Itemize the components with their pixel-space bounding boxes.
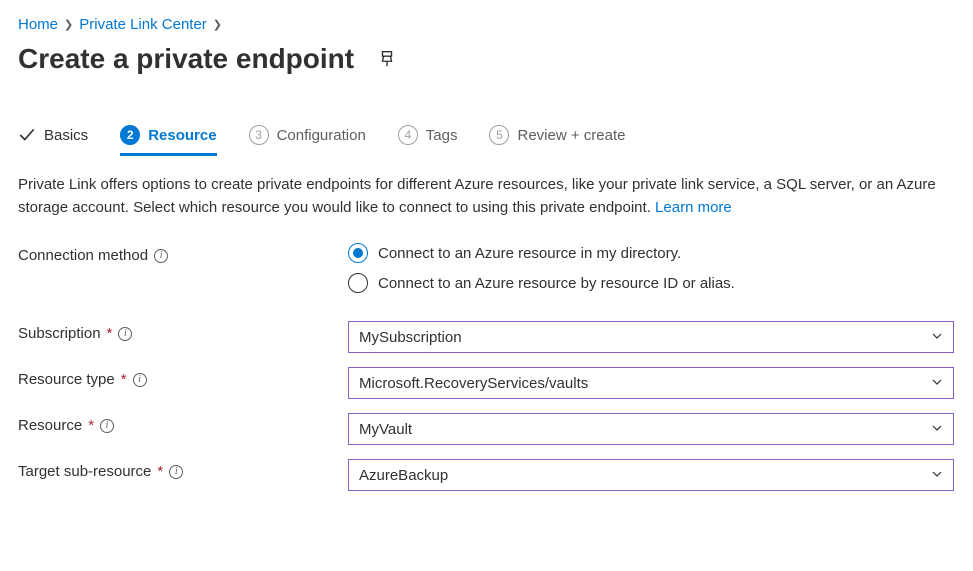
- required-marker: *: [157, 463, 163, 480]
- field-connection-method: Connection method i Connect to an Azure …: [18, 243, 955, 293]
- tab-label: Tags: [426, 127, 458, 144]
- tab-number: 5: [489, 125, 509, 145]
- chevron-down-icon: [931, 421, 943, 438]
- tab-label: Configuration: [277, 127, 366, 144]
- select-subscription[interactable]: MySubscription: [348, 321, 954, 353]
- label-connection-method: Connection method i: [18, 243, 348, 264]
- field-resource-type: Resource type * i Microsoft.RecoveryServ…: [18, 367, 955, 399]
- select-resource[interactable]: MyVault: [348, 413, 954, 445]
- breadcrumb: Home ❯ Private Link Center ❯: [18, 16, 955, 33]
- label-subscription: Subscription * i: [18, 321, 348, 342]
- tab-label: Resource: [148, 127, 216, 144]
- info-icon[interactable]: i: [154, 249, 168, 263]
- page-title: Create a private endpoint: [18, 43, 354, 75]
- breadcrumb-private-link-center[interactable]: Private Link Center: [79, 16, 207, 33]
- chevron-right-icon: ❯: [213, 18, 222, 31]
- tab-basics[interactable]: Basics: [18, 126, 88, 155]
- label-text: Resource type: [18, 371, 115, 388]
- description-text: Private Link offers options to create pr…: [18, 176, 936, 216]
- select-value: MySubscription: [359, 329, 462, 346]
- radio-connect-directory[interactable]: Connect to an Azure resource in my direc…: [348, 243, 955, 263]
- radio-icon: [348, 273, 368, 293]
- chevron-down-icon: [931, 329, 943, 346]
- wizard-tabs: Basics 2 Resource 3 Configuration 4 Tags…: [18, 125, 955, 156]
- chevron-right-icon: ❯: [64, 18, 73, 31]
- required-marker: *: [107, 325, 113, 342]
- info-icon[interactable]: i: [100, 419, 114, 433]
- select-value: AzureBackup: [359, 467, 448, 484]
- label-resource: Resource * i: [18, 413, 348, 434]
- field-resource: Resource * i MyVault: [18, 413, 955, 445]
- label-text: Resource: [18, 417, 82, 434]
- label-text: Subscription: [18, 325, 101, 342]
- select-value: Microsoft.RecoveryServices/vaults: [359, 375, 588, 392]
- info-icon[interactable]: i: [118, 327, 132, 341]
- pin-icon[interactable]: [378, 50, 396, 68]
- tab-resource[interactable]: 2 Resource: [120, 125, 216, 156]
- tab-number: 2: [120, 125, 140, 145]
- label-target-sub-resource: Target sub-resource * i: [18, 459, 348, 480]
- chevron-down-icon: [931, 467, 943, 484]
- tab-number: 3: [249, 125, 269, 145]
- tab-label: Basics: [44, 127, 88, 144]
- select-target-sub-resource[interactable]: AzureBackup: [348, 459, 954, 491]
- tab-number: 4: [398, 125, 418, 145]
- select-resource-type[interactable]: Microsoft.RecoveryServices/vaults: [348, 367, 954, 399]
- radio-icon: [348, 243, 368, 263]
- tab-review-create[interactable]: 5 Review + create: [489, 125, 625, 156]
- select-value: MyVault: [359, 421, 412, 438]
- radio-connect-resource-id[interactable]: Connect to an Azure resource by resource…: [348, 273, 955, 293]
- info-icon[interactable]: i: [169, 465, 183, 479]
- required-marker: *: [121, 371, 127, 388]
- label-resource-type: Resource type * i: [18, 367, 348, 388]
- learn-more-link[interactable]: Learn more: [655, 199, 732, 216]
- tab-tags[interactable]: 4 Tags: [398, 125, 458, 156]
- page-header: Create a private endpoint: [18, 43, 955, 75]
- radio-group-connection-method: Connect to an Azure resource in my direc…: [348, 243, 955, 293]
- tab-description: Private Link offers options to create pr…: [18, 174, 955, 219]
- label-text: Target sub-resource: [18, 463, 151, 480]
- field-target-sub-resource: Target sub-resource * i AzureBackup: [18, 459, 955, 491]
- required-marker: *: [88, 417, 94, 434]
- breadcrumb-home[interactable]: Home: [18, 16, 58, 33]
- label-text: Connection method: [18, 247, 148, 264]
- tab-label: Review + create: [517, 127, 625, 144]
- chevron-down-icon: [931, 375, 943, 392]
- radio-label: Connect to an Azure resource in my direc…: [378, 245, 681, 262]
- check-icon: [18, 126, 36, 144]
- tab-configuration[interactable]: 3 Configuration: [249, 125, 366, 156]
- info-icon[interactable]: i: [133, 373, 147, 387]
- radio-label: Connect to an Azure resource by resource…: [378, 275, 735, 292]
- field-subscription: Subscription * i MySubscription: [18, 321, 955, 353]
